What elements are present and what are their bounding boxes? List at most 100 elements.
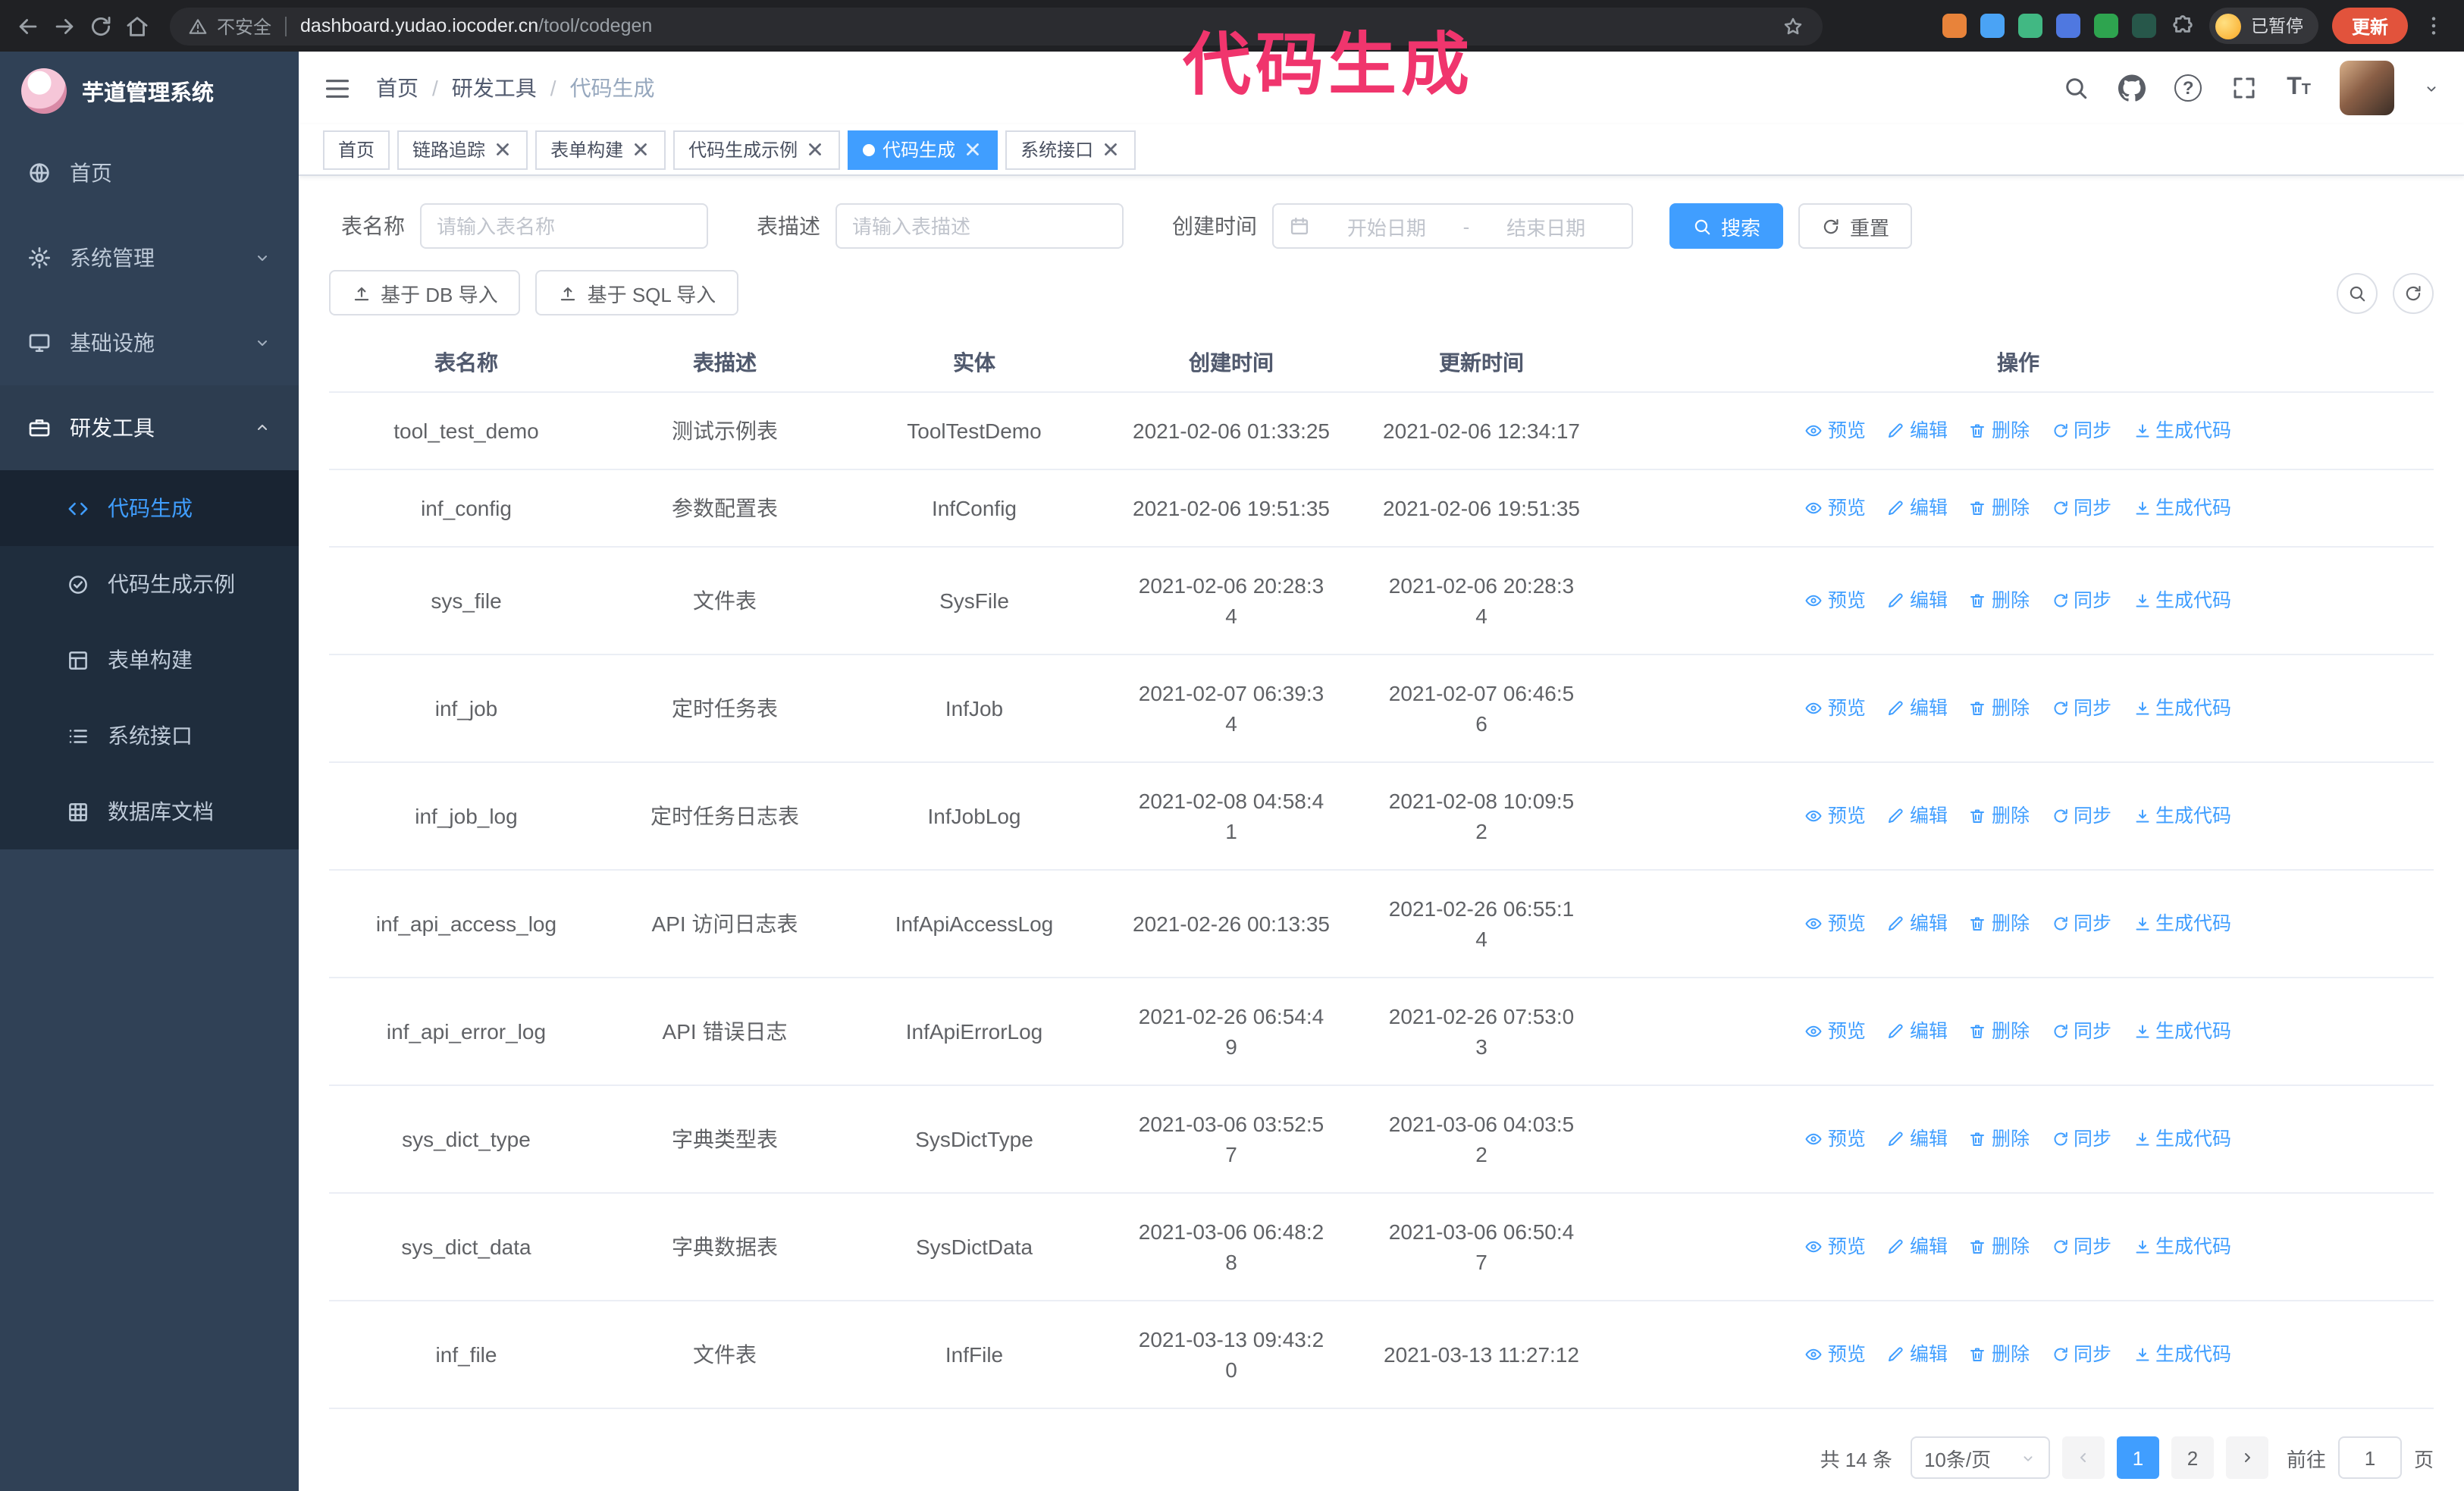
sidebar-subitem-db-doc[interactable]: 数据库文档 (0, 774, 299, 849)
reload-icon[interactable] (88, 13, 114, 39)
github-icon[interactable] (2118, 74, 2146, 102)
edit-link[interactable]: 编辑 (1887, 416, 1948, 446)
delete-link[interactable]: 删除 (1969, 801, 2030, 831)
people-extension-icon[interactable] (2056, 14, 2081, 38)
sidebar-subitem-codegen[interactable]: 代码生成 (0, 470, 299, 546)
back-icon[interactable] (15, 13, 41, 39)
delete-link[interactable]: 删除 (1969, 693, 2030, 724)
sidebar-item-dev-tools[interactable]: 研发工具 (0, 385, 299, 470)
prev-page-button[interactable] (2061, 1436, 2105, 1479)
tab-tracer[interactable]: 链路追踪 (397, 130, 528, 169)
sidebar-subitem-api-doc[interactable]: 系统接口 (0, 698, 299, 774)
date-end-placeholder[interactable]: 结束日期 (1475, 212, 1616, 240)
delete-link[interactable]: 删除 (1969, 909, 2030, 939)
sidebar-item-home[interactable]: 首页 (0, 130, 299, 215)
edit-link[interactable]: 编辑 (1887, 1339, 1948, 1370)
url-text[interactable]: dashboard.yudao.iocoder.cn/tool/codegen (300, 15, 652, 36)
preview-link[interactable]: 预览 (1805, 1232, 1866, 1262)
vue-devtools-icon[interactable] (2018, 14, 2043, 38)
preview-link[interactable]: 预览 (1805, 1124, 1866, 1154)
search-icon[interactable] (2062, 74, 2089, 102)
sync-link[interactable]: 同步 (2051, 1339, 2111, 1370)
sync-link[interactable]: 同步 (2051, 1232, 2111, 1262)
kebab-menu-icon[interactable] (2422, 14, 2446, 38)
sidebar-item-system[interactable]: 系统管理 (0, 215, 299, 300)
caret-down-icon[interactable] (2423, 80, 2440, 96)
create-time-range-picker[interactable]: 开始日期 - 结束日期 (1272, 203, 1633, 249)
generate-link[interactable]: 生成代码 (2133, 1124, 2231, 1154)
preview-link[interactable]: 预览 (1805, 416, 1866, 446)
sync-link[interactable]: 同步 (2051, 693, 2111, 724)
delete-link[interactable]: 删除 (1969, 1124, 2030, 1154)
preview-link[interactable]: 预览 (1805, 1339, 1866, 1370)
edit-link[interactable]: 编辑 (1887, 1232, 1948, 1262)
preview-link[interactable]: 预览 (1805, 1016, 1866, 1047)
page-button-2[interactable]: 2 (2171, 1436, 2214, 1479)
help-icon[interactable]: ? (2174, 74, 2202, 102)
delete-link[interactable]: 删除 (1969, 416, 2030, 446)
home-icon[interactable] (124, 13, 150, 39)
blue-drop-extension-icon[interactable] (1980, 14, 2005, 38)
breadcrumb-item[interactable]: 研发工具 (452, 73, 537, 103)
page-button-1[interactable]: 1 (2116, 1436, 2159, 1479)
omnibox[interactable]: 不安全 dashboard.yudao.iocoder.cn/tool/code… (170, 7, 1823, 45)
generate-link[interactable]: 生成代码 (2133, 493, 2231, 523)
edit-link[interactable]: 编辑 (1887, 1124, 1948, 1154)
preview-link[interactable]: 预览 (1805, 585, 1866, 616)
edit-link[interactable]: 编辑 (1887, 693, 1948, 724)
generate-link[interactable]: 生成代码 (2133, 416, 2231, 446)
generate-link[interactable]: 生成代码 (2133, 1016, 2231, 1047)
sync-link[interactable]: 同步 (2051, 1016, 2111, 1047)
sync-link[interactable]: 同步 (2051, 801, 2111, 831)
chrome-update-button[interactable]: 更新 (2331, 8, 2408, 44)
preview-link[interactable]: 预览 (1805, 801, 1866, 831)
close-icon[interactable] (493, 140, 513, 159)
sidebar-subitem-codegen-example[interactable]: 代码生成示例 (0, 546, 299, 622)
preview-link[interactable]: 预览 (1805, 909, 1866, 939)
search-button[interactable]: 搜索 (1669, 203, 1784, 249)
orange-extension-icon[interactable] (1942, 14, 1967, 38)
tab-form-builder[interactable]: 表单构建 (535, 130, 666, 169)
generate-link[interactable]: 生成代码 (2133, 1339, 2231, 1370)
next-page-button[interactable] (2225, 1436, 2268, 1479)
toggle-search-button[interactable] (2337, 272, 2378, 313)
tab-codegen[interactable]: 代码生成 (848, 130, 998, 169)
generate-link[interactable]: 生成代码 (2133, 801, 2231, 831)
sync-link[interactable]: 同步 (2051, 416, 2111, 446)
close-icon[interactable] (1101, 140, 1121, 159)
preview-link[interactable]: 预览 (1805, 493, 1866, 523)
breadcrumb-item[interactable]: 首页 (376, 73, 419, 103)
generate-link[interactable]: 生成代码 (2133, 1232, 2231, 1262)
generate-link[interactable]: 生成代码 (2133, 585, 2231, 616)
hamburger-icon[interactable] (323, 74, 352, 102)
close-icon[interactable] (805, 140, 825, 159)
sync-link[interactable]: 同步 (2051, 493, 2111, 523)
tab-home[interactable]: 首页 (323, 130, 390, 169)
delete-link[interactable]: 删除 (1969, 493, 2030, 523)
reset-button[interactable]: 重置 (1798, 203, 1913, 249)
edit-link[interactable]: 编辑 (1887, 909, 1948, 939)
edit-link[interactable]: 编辑 (1887, 1016, 1948, 1047)
forward-icon[interactable] (52, 13, 77, 39)
security-label[interactable]: 不安全 (217, 13, 271, 39)
extensions-puzzle-icon[interactable] (2171, 13, 2196, 39)
profile-paused-chip[interactable]: 已暂停 (2209, 8, 2318, 44)
delete-link[interactable]: 删除 (1969, 1339, 2030, 1370)
preview-link[interactable]: 预览 (1805, 693, 1866, 724)
edit-link[interactable]: 编辑 (1887, 801, 1948, 831)
generate-link[interactable]: 生成代码 (2133, 693, 2231, 724)
import-db-button[interactable]: 基于 DB 导入 (329, 270, 521, 315)
refresh-table-button[interactable] (2393, 272, 2434, 313)
bookmark-star-icon[interactable] (1782, 14, 1804, 37)
goto-page-input[interactable] (2337, 1436, 2402, 1479)
close-icon[interactable] (631, 140, 650, 159)
close-icon[interactable] (963, 140, 983, 159)
generate-link[interactable]: 生成代码 (2133, 909, 2231, 939)
font-size-icon[interactable]: TT (2287, 74, 2311, 102)
delete-link[interactable]: 删除 (1969, 1016, 2030, 1047)
date-start-placeholder[interactable]: 开始日期 (1316, 212, 1457, 240)
edit-link[interactable]: 编辑 (1887, 585, 1948, 616)
sidebar-item-infra[interactable]: 基础设施 (0, 300, 299, 385)
sidebar-subitem-form-builder[interactable]: 表单构建 (0, 622, 299, 698)
delete-link[interactable]: 删除 (1969, 585, 2030, 616)
